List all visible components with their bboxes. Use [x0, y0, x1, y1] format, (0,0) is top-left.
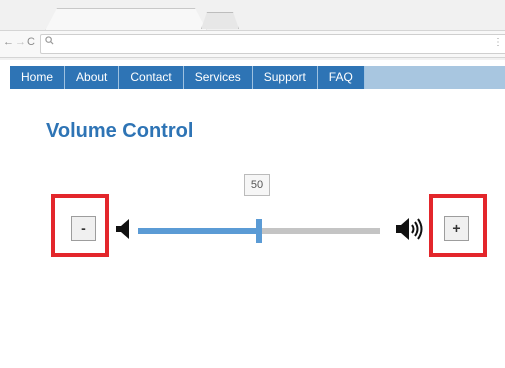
increase-volume-button[interactable]: +: [444, 216, 469, 241]
site-navbar: Home About Contact Services Support FAQ: [10, 66, 505, 89]
decrease-volume-button[interactable]: -: [71, 216, 96, 241]
nav-item-contact[interactable]: Contact: [119, 66, 184, 89]
volume-slider-fill: [138, 228, 259, 234]
reload-icon[interactable]: C: [27, 36, 35, 48]
nav-item-support[interactable]: Support: [253, 66, 318, 89]
browser-chrome: ← → C ⋮: [0, 0, 505, 60]
speaker-high-icon: [396, 218, 423, 240]
volume-slider-thumb[interactable]: [256, 219, 262, 243]
address-bar[interactable]: [40, 34, 505, 54]
nav-item-services[interactable]: Services: [184, 66, 253, 89]
new-tab-button[interactable]: [201, 12, 239, 29]
menu-icon[interactable]: ⋮: [493, 37, 503, 48]
nav-item-home[interactable]: Home: [10, 66, 66, 89]
volume-value: 50: [244, 174, 270, 196]
search-icon: [45, 36, 54, 45]
browser-tab[interactable]: [45, 8, 207, 31]
nav-item-about[interactable]: About: [65, 66, 120, 89]
forward-arrow-icon[interactable]: →: [15, 36, 26, 48]
page-title: Volume Control: [46, 120, 194, 142]
nav-item-faq[interactable]: FAQ: [318, 66, 365, 89]
back-arrow-icon[interactable]: ←: [3, 36, 14, 48]
nav-menu: Home About Contact Services Support FAQ: [10, 66, 365, 89]
browser-toolbar: ← → C ⋮: [0, 30, 505, 58]
speaker-low-icon: [116, 219, 129, 239]
content-panel: Volume Control 50 - +: [22, 98, 498, 353]
